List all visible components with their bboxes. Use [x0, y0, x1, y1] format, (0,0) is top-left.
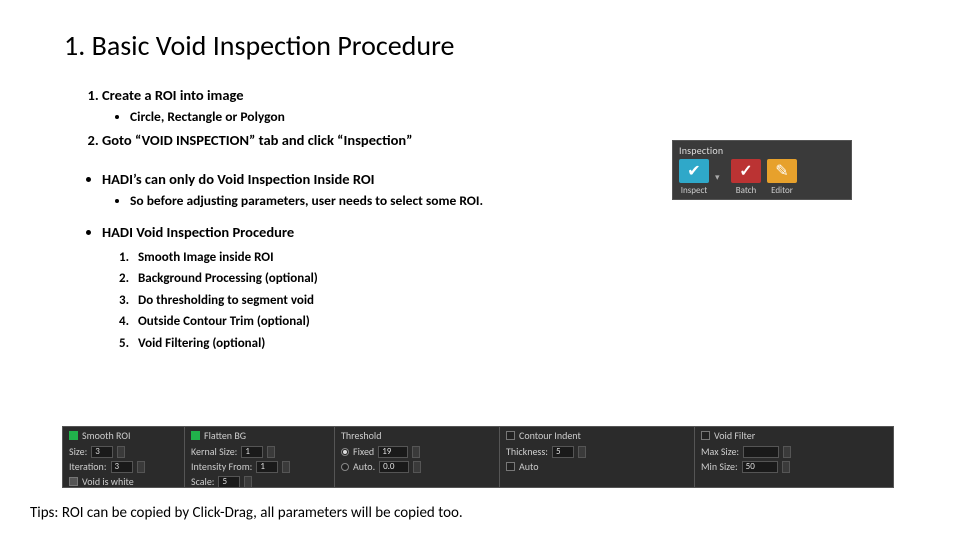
voidfilter-min-spin[interactable]	[782, 461, 790, 473]
flatten-ksize-spin[interactable]	[267, 446, 275, 458]
flatten-scale-label: Scale:	[191, 475, 214, 488]
flatten-inten-spin[interactable]	[282, 461, 290, 473]
contour-header: Contour Indent	[506, 429, 688, 442]
batch-icon: ✓	[731, 159, 761, 183]
content: Create a ROI into image Circle, Rectangl…	[64, 85, 896, 353]
parameter-bar: Smooth ROI Size: 3 Iteration: 3 Void is …	[62, 426, 894, 488]
flatten-scale-spin[interactable]	[244, 476, 252, 488]
contour-title: Contour Indent	[519, 429, 581, 442]
threshold-auto-label: Auto.	[353, 460, 375, 473]
batch-label: Batch	[736, 185, 757, 196]
proc-1: Smooth Image inside ROI	[132, 248, 896, 268]
note-2: HADI Void Inspection Procedure	[102, 222, 896, 244]
step-1: Create a ROI into image Circle, Rectangl…	[102, 85, 896, 127]
flatten-inten-field[interactable]: 1	[256, 461, 278, 473]
flatten-scale-field[interactable]: 5	[218, 476, 240, 488]
page-title: 1. Basic Void Inspection Procedure	[64, 28, 896, 63]
threshold-title: Threshold	[341, 429, 381, 442]
contour-auto-label: Auto	[519, 460, 539, 473]
contour-auto-checkbox[interactable]	[506, 462, 515, 471]
editor-button[interactable]: ✎ Editor	[767, 159, 797, 196]
smooth-size-label: Size:	[69, 445, 87, 458]
smooth-iter-spin[interactable]	[137, 461, 145, 473]
inspect-dropdown-icon[interactable]: ▾	[715, 172, 725, 183]
procedure-heading-list: HADI Void Inspection Procedure	[64, 222, 896, 244]
contour-checkbox[interactable]	[506, 431, 515, 440]
flatten-title: Flatten BG	[204, 429, 246, 442]
threshold-fixed-field[interactable]: 19	[378, 446, 408, 458]
voidfilter-max-label: Max Size:	[701, 445, 739, 458]
threshold-auto-spin[interactable]	[413, 461, 421, 473]
smooth-iter-field[interactable]: 3	[111, 461, 133, 473]
voidfilter-checkbox[interactable]	[701, 431, 710, 440]
editor-icon: ✎	[767, 159, 797, 183]
void-white-checkbox[interactable]	[69, 477, 78, 486]
step-1a: Circle, Rectangle or Polygon	[130, 107, 896, 127]
threshold-fixed-spin[interactable]	[412, 446, 420, 458]
contour-thick-label: Thickness:	[506, 445, 548, 458]
smooth-size-spin[interactable]	[117, 446, 125, 458]
void-white-label: Void is white	[82, 475, 134, 488]
voidfilter-max-field[interactable]	[743, 446, 779, 458]
smooth-title: Smooth ROI	[82, 429, 130, 442]
threshold-header: Threshold	[341, 429, 493, 442]
voidfilter-header: Void Filter	[701, 429, 887, 442]
contour-thick-spin[interactable]	[578, 446, 586, 458]
threshold-fixed-label: Fixed	[353, 445, 374, 458]
panel-void-filter: Void Filter Max Size: Min Size: 50	[695, 427, 893, 487]
step-1-sub: Circle, Rectangle or Polygon	[102, 107, 896, 127]
inspection-header: Inspection	[679, 144, 845, 157]
inspection-row: ✔ Inspect ▾ ✓ Batch ✎ Editor	[679, 159, 845, 196]
flatten-ksize-field[interactable]: 1	[241, 446, 263, 458]
smooth-checkbox[interactable]	[69, 431, 78, 440]
proc-3: Do thresholding to segment void	[132, 291, 896, 311]
flatten-checkbox[interactable]	[191, 431, 200, 440]
threshold-auto-field[interactable]: 0.0	[379, 461, 409, 473]
inspect-button[interactable]: ✔ Inspect	[679, 159, 709, 196]
tips-text: Tips: ROI can be copied by Click-Drag, a…	[30, 504, 463, 522]
threshold-auto-radio[interactable]	[341, 463, 349, 471]
inspection-toolbar: Inspection ✔ Inspect ▾ ✓ Batch ✎ Editor	[672, 140, 852, 200]
voidfilter-min-label: Min Size:	[701, 460, 738, 473]
step-1-text: Create a ROI into image	[102, 86, 244, 104]
slide: 1. Basic Void Inspection Procedure Creat…	[0, 0, 960, 540]
smooth-iter-label: Iteration:	[69, 460, 107, 473]
panel-threshold: Threshold Fixed 19 Auto. 0.0	[335, 427, 500, 487]
panel-smooth-roi: Smooth ROI Size: 3 Iteration: 3 Void is …	[63, 427, 185, 487]
procedure-steps: Smooth Image inside ROI Background Proce…	[64, 248, 896, 354]
flatten-ksize-label: Kernal Size:	[191, 445, 237, 458]
panel-contour-indent: Contour Indent Thickness: 5 Auto	[500, 427, 695, 487]
smooth-header: Smooth ROI	[69, 429, 178, 442]
batch-button[interactable]: ✓ Batch	[731, 159, 761, 196]
note-1-text: HADI’s can only do Void Inspection Insid…	[102, 170, 375, 188]
flatten-inten-label: Intensity From:	[191, 460, 252, 473]
inspect-icon: ✔	[679, 159, 709, 183]
threshold-fixed-radio[interactable]	[341, 448, 349, 456]
voidfilter-title: Void Filter	[714, 429, 755, 442]
smooth-size-field[interactable]: 3	[91, 446, 113, 458]
proc-5: Void Filtering (optional)	[132, 334, 896, 354]
contour-thick-field[interactable]: 5	[552, 446, 574, 458]
proc-4: Outside Contour Trim (optional)	[132, 312, 896, 332]
panel-flatten-bg: Flatten BG Kernal Size: 1 Intensity From…	[185, 427, 335, 487]
inspect-label: Inspect	[681, 185, 708, 196]
flatten-header: Flatten BG	[191, 429, 328, 442]
voidfilter-min-field[interactable]: 50	[742, 461, 778, 473]
editor-label: Editor	[771, 185, 793, 196]
voidfilter-max-spin[interactable]	[783, 446, 791, 458]
proc-2: Background Processing (optional)	[132, 269, 896, 289]
